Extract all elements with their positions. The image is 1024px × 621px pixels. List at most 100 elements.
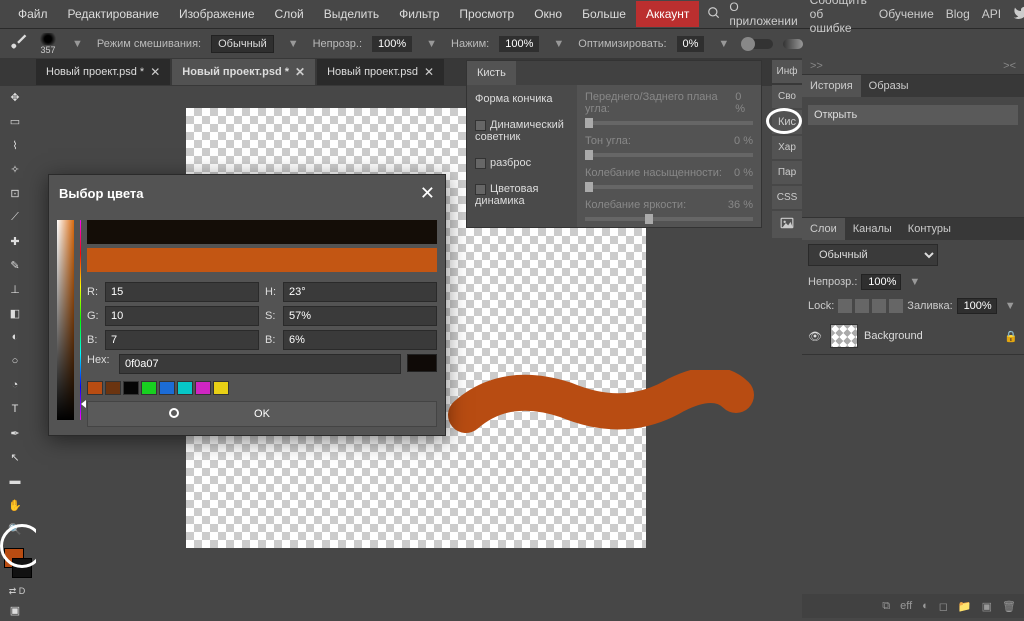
checkbox-icon[interactable]: [475, 158, 486, 169]
tab-history[interactable]: История: [802, 75, 861, 97]
side-tab-char[interactable]: Хар: [772, 136, 802, 159]
swatch-0[interactable]: [87, 381, 103, 395]
brush-preview-icon[interactable]: [38, 33, 58, 45]
eraser-tool[interactable]: ◧: [2, 302, 28, 324]
hand-tool[interactable]: ✋: [2, 494, 28, 516]
sat-jitter-slider[interactable]: [585, 185, 753, 189]
tab-1[interactable]: Новый проект.psd *✕: [172, 59, 315, 85]
lock-transparent-icon[interactable]: [838, 299, 852, 313]
trash-icon[interactable]: 🗑: [1002, 600, 1016, 613]
layer-opacity-input[interactable]: [861, 274, 901, 290]
brush-panel-tab[interactable]: Кисть: [467, 61, 516, 85]
g-input[interactable]: [105, 306, 259, 326]
link-about[interactable]: О приложении: [729, 0, 797, 28]
scatter-item[interactable]: разброс: [471, 155, 573, 171]
gradient-tool[interactable]: ◐: [2, 326, 28, 348]
tab-channels[interactable]: Каналы: [845, 218, 900, 240]
ok-button[interactable]: OK: [87, 401, 437, 427]
b-input[interactable]: [105, 330, 259, 350]
swatch-1[interactable]: [105, 381, 121, 395]
menu-layer[interactable]: Слой: [265, 1, 314, 27]
swatch-4[interactable]: [159, 381, 175, 395]
pressure-toggle[interactable]: [743, 39, 773, 49]
tab-2-close[interactable]: ✕: [424, 65, 434, 79]
close-icon[interactable]: ✕: [420, 183, 435, 204]
tab-patterns[interactable]: Образы: [861, 75, 917, 97]
path-tool[interactable]: ↖: [2, 446, 28, 468]
lasso-tool[interactable]: ⌇: [2, 134, 28, 156]
folder-icon[interactable]: 📁: [958, 600, 972, 613]
menu-window[interactable]: Окно: [524, 1, 572, 27]
menu-account[interactable]: Аккаунт: [636, 1, 699, 27]
lock-position-icon[interactable]: [872, 299, 886, 313]
tab-1-close[interactable]: ✕: [295, 65, 305, 79]
lock-icon[interactable]: 🔒: [1004, 330, 1018, 343]
checkbox-icon[interactable]: [475, 120, 486, 131]
brush-tool[interactable]: ✎: [2, 254, 28, 276]
s-input[interactable]: [283, 306, 437, 326]
bri-jitter-slider[interactable]: [585, 217, 753, 221]
dodge-tool[interactable]: ◔: [2, 374, 28, 396]
marquee-tool[interactable]: ▭: [2, 110, 28, 132]
menu-image[interactable]: Изображение: [169, 1, 265, 27]
tab-0[interactable]: Новый проект.psd *✕: [36, 59, 170, 85]
blend-mode-arrow[interactable]: ▼: [284, 38, 303, 50]
swatch-7[interactable]: [213, 381, 229, 395]
h-input[interactable]: [283, 282, 437, 302]
layer-name[interactable]: Background: [864, 330, 998, 342]
zoom-tool[interactable]: 🔍: [2, 518, 28, 540]
flow-value[interactable]: 100%: [499, 36, 539, 52]
sv-picker[interactable]: [57, 220, 74, 420]
side-tab-brush[interactable]: Кис: [772, 110, 802, 134]
menu-edit[interactable]: Редактирование: [58, 1, 169, 27]
menu-more[interactable]: Больше: [572, 1, 636, 27]
layer-opacity-arrow[interactable]: ▼: [905, 276, 924, 288]
menu-filter[interactable]: Фильтр: [389, 1, 449, 27]
side-tab-par[interactable]: Пар: [772, 161, 802, 184]
stamp-tool[interactable]: ⊥: [2, 278, 28, 300]
swap-colors[interactable]: ⇄ D: [2, 586, 32, 597]
tab-paths[interactable]: Контуры: [900, 218, 959, 240]
link-icon[interactable]: ⧉: [882, 600, 890, 613]
mask-icon[interactable]: ◻: [939, 600, 948, 613]
lock-all-icon[interactable]: [889, 299, 903, 313]
visibility-icon[interactable]: 👁: [808, 330, 824, 343]
swatch-3[interactable]: [141, 381, 157, 395]
blend-mode-select[interactable]: Обычный: [211, 35, 274, 53]
crop-tool[interactable]: ⊡: [2, 182, 28, 204]
color-swatches[interactable]: [2, 548, 32, 584]
layer-item-background[interactable]: 👁 Background 🔒: [802, 318, 1024, 355]
menu-select[interactable]: Выделить: [314, 1, 389, 27]
fill-input[interactable]: [957, 298, 997, 314]
side-tab-image[interactable]: [772, 211, 802, 238]
new-layer-icon[interactable]: ▣: [982, 600, 992, 613]
fill-arrow[interactable]: ▼: [1001, 300, 1020, 312]
wand-tool[interactable]: ✧: [2, 158, 28, 180]
side-tab-info[interactable]: Инф: [772, 60, 802, 83]
move-tool[interactable]: ✥: [2, 86, 28, 108]
side-tab-swatches[interactable]: Сво: [772, 85, 802, 108]
layer-blend-select[interactable]: Обычный: [808, 244, 938, 266]
link-report[interactable]: Сообщить об ошибке: [810, 0, 867, 35]
eyedropper-tool[interactable]: ⟋: [2, 206, 28, 228]
link-blog[interactable]: Blog: [946, 7, 970, 21]
tip-shape-item[interactable]: Форма кончика: [471, 91, 573, 107]
link-learn[interactable]: Обучение: [879, 7, 934, 21]
swatch-6[interactable]: [195, 381, 211, 395]
link-api[interactable]: API: [982, 7, 1001, 21]
smooth-value[interactable]: 0%: [677, 36, 705, 52]
swatch-5[interactable]: [177, 381, 193, 395]
side-tab-css[interactable]: CSS: [772, 186, 802, 209]
collapse-icon[interactable]: >>: [810, 60, 823, 72]
type-tool[interactable]: T: [2, 398, 28, 420]
lock-pixels-icon[interactable]: [855, 299, 869, 313]
smooth-arrow[interactable]: ▼: [714, 38, 733, 50]
r-input[interactable]: [105, 282, 259, 302]
twitter-icon[interactable]: [1013, 5, 1024, 24]
blur-tool[interactable]: ○: [2, 350, 28, 372]
brush-picker-arrow[interactable]: ▼: [68, 38, 87, 50]
history-item-open[interactable]: Открыть: [808, 105, 1018, 125]
airbrush-icon[interactable]: [783, 39, 803, 49]
tab-0-close[interactable]: ✕: [150, 65, 160, 79]
v-input[interactable]: [283, 330, 437, 350]
